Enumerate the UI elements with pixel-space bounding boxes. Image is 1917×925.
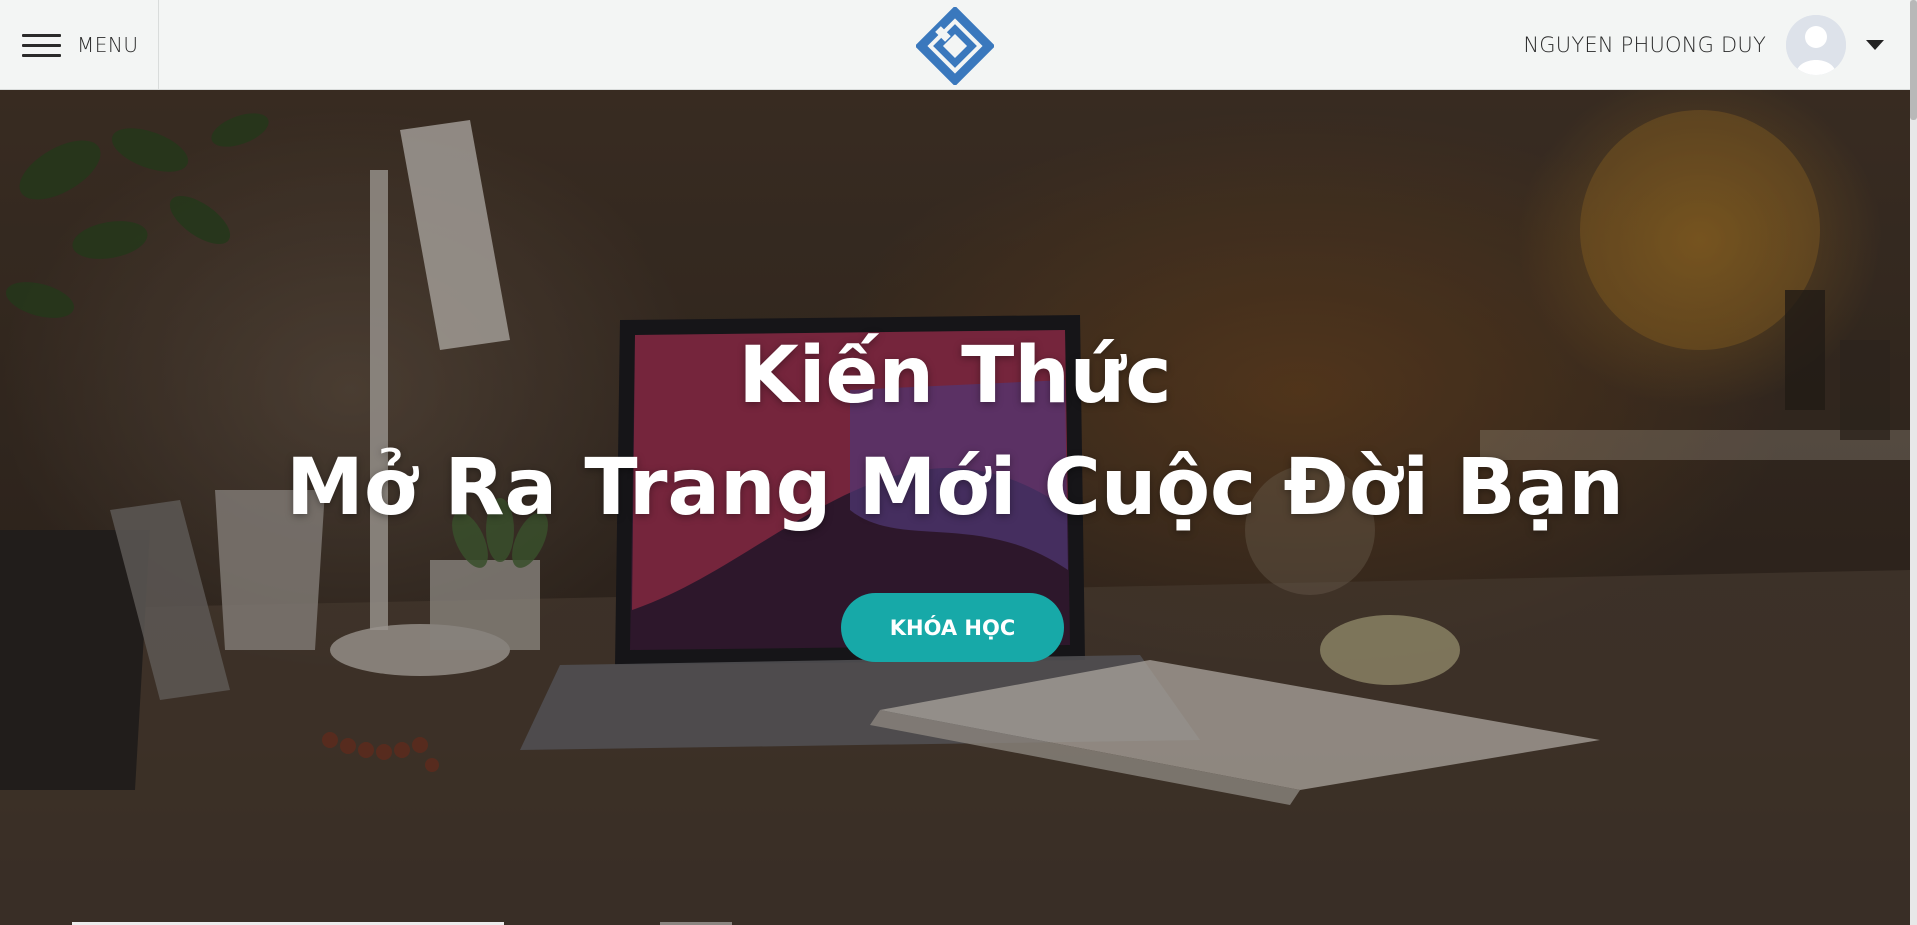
hero-title: Kiến Thức Mở Ra Trang Mới Cuộc Đời Bạn (0, 320, 1910, 544)
hamburger-icon (22, 33, 61, 57)
chevron-down-icon[interactable] (1866, 40, 1884, 50)
hero-banner: Kiến Thức Mở Ra Trang Mới Cuộc Đời Bạn K… (0, 90, 1910, 925)
menu-button[interactable]: MENU (0, 0, 159, 90)
scrollbar-thumb[interactable] (1910, 0, 1917, 120)
top-navigation-bar: MENU NGUYEN PHUONG DUY (0, 0, 1910, 90)
hero-title-line-1: Kiến Thức (738, 331, 1172, 421)
user-name: NGUYEN PHUONG DUY (1523, 33, 1766, 57)
avatar[interactable] (1786, 15, 1846, 75)
diamond-logo-icon[interactable] (916, 7, 994, 85)
menu-label: MENU (77, 33, 139, 57)
scrollbar[interactable] (1910, 0, 1917, 925)
hero-title-line-2: Mở Ra Trang Mới Cuộc Đời Bạn (286, 443, 1624, 533)
courses-button[interactable]: KHÓA HỌC (841, 593, 1064, 662)
user-account-menu[interactable]: NGUYEN PHUONG DUY (1523, 0, 1884, 90)
user-silhouette-icon (1786, 15, 1846, 75)
